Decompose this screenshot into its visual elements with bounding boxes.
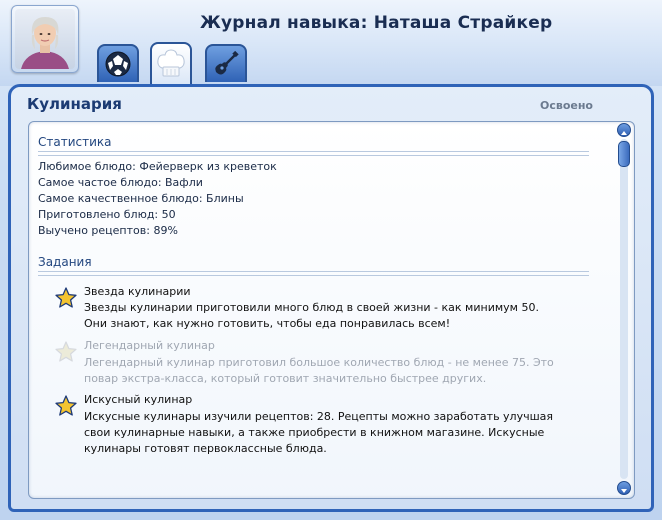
sim-name: Наташа Страйкер xyxy=(373,13,553,33)
soccer-ball-icon xyxy=(105,51,131,77)
skill-panel: Кулинария Освоено Статистика Любимое блю… xyxy=(8,84,654,512)
avatar[interactable] xyxy=(11,5,79,73)
guitar-icon xyxy=(215,50,239,75)
task-description-line: свои кулинарные навыки, а также приобрес… xyxy=(84,426,545,439)
task-description-line: кулинары готовят первоклассные блюда. xyxy=(84,442,327,455)
tab-athletic[interactable] xyxy=(97,44,139,82)
task-description-line: Звезды кулинарии приготовили много блюд … xyxy=(84,301,539,314)
title-separator: : xyxy=(360,13,374,33)
sim-portrait-icon xyxy=(15,9,75,69)
tab-cooking[interactable] xyxy=(150,42,192,84)
task-description-line: Искусные кулинары изучили рецептов: 28. … xyxy=(84,410,554,423)
scroll-track[interactable] xyxy=(620,139,628,479)
title-prefix: Журнал навыка xyxy=(200,13,361,33)
stat-recipes-learned: Выучено рецептов: 89% xyxy=(38,224,178,237)
skill-status: Освоено xyxy=(539,99,593,112)
scroll-up-button[interactable] xyxy=(617,123,631,137)
scrollbar[interactable] xyxy=(617,123,631,495)
divider xyxy=(38,271,589,276)
tasks-heading: Задания xyxy=(38,255,92,269)
scroll-down-button[interactable] xyxy=(617,481,631,495)
task-name: Искусный кулинар xyxy=(84,393,193,406)
stat-favorite-dish: Любимое блюдо: Фейерверк из креветок xyxy=(38,160,277,173)
stat-best-quality-dish: Самое качественное блюдо: Блины xyxy=(38,192,244,205)
tab-guitar[interactable] xyxy=(205,44,247,82)
stat-dishes-cooked: Приготовлено блюд: 50 xyxy=(38,208,176,221)
star-icon xyxy=(55,287,77,308)
task-name: Звезда кулинарии xyxy=(84,285,191,298)
stat-most-frequent-dish: Самое частое блюдо: Вафли xyxy=(38,176,203,189)
window-title: Журнал навыка: Наташа Страйкер xyxy=(200,13,552,33)
task-name: Легендарный кулинар xyxy=(84,339,215,352)
task-description-line: повар экстра-класса, который готовит зна… xyxy=(84,372,487,385)
star-icon xyxy=(55,341,77,362)
arrow-up-icon xyxy=(621,131,627,135)
divider xyxy=(38,151,589,156)
arrow-down-icon xyxy=(621,489,627,493)
statistics-heading: Статистика xyxy=(38,135,112,149)
skill-name: Кулинария xyxy=(27,95,122,113)
skill-content: Статистика Любимое блюдо: Фейерверк из к… xyxy=(28,121,635,499)
star-icon xyxy=(55,395,77,416)
chef-hat-icon xyxy=(157,49,185,77)
task-description-line: Легендарный кулинар приготовил большое к… xyxy=(84,356,554,369)
task-description-line: Они знают, как нужно готовить, чтобы еда… xyxy=(84,317,451,330)
scroll-thumb[interactable] xyxy=(618,141,630,167)
